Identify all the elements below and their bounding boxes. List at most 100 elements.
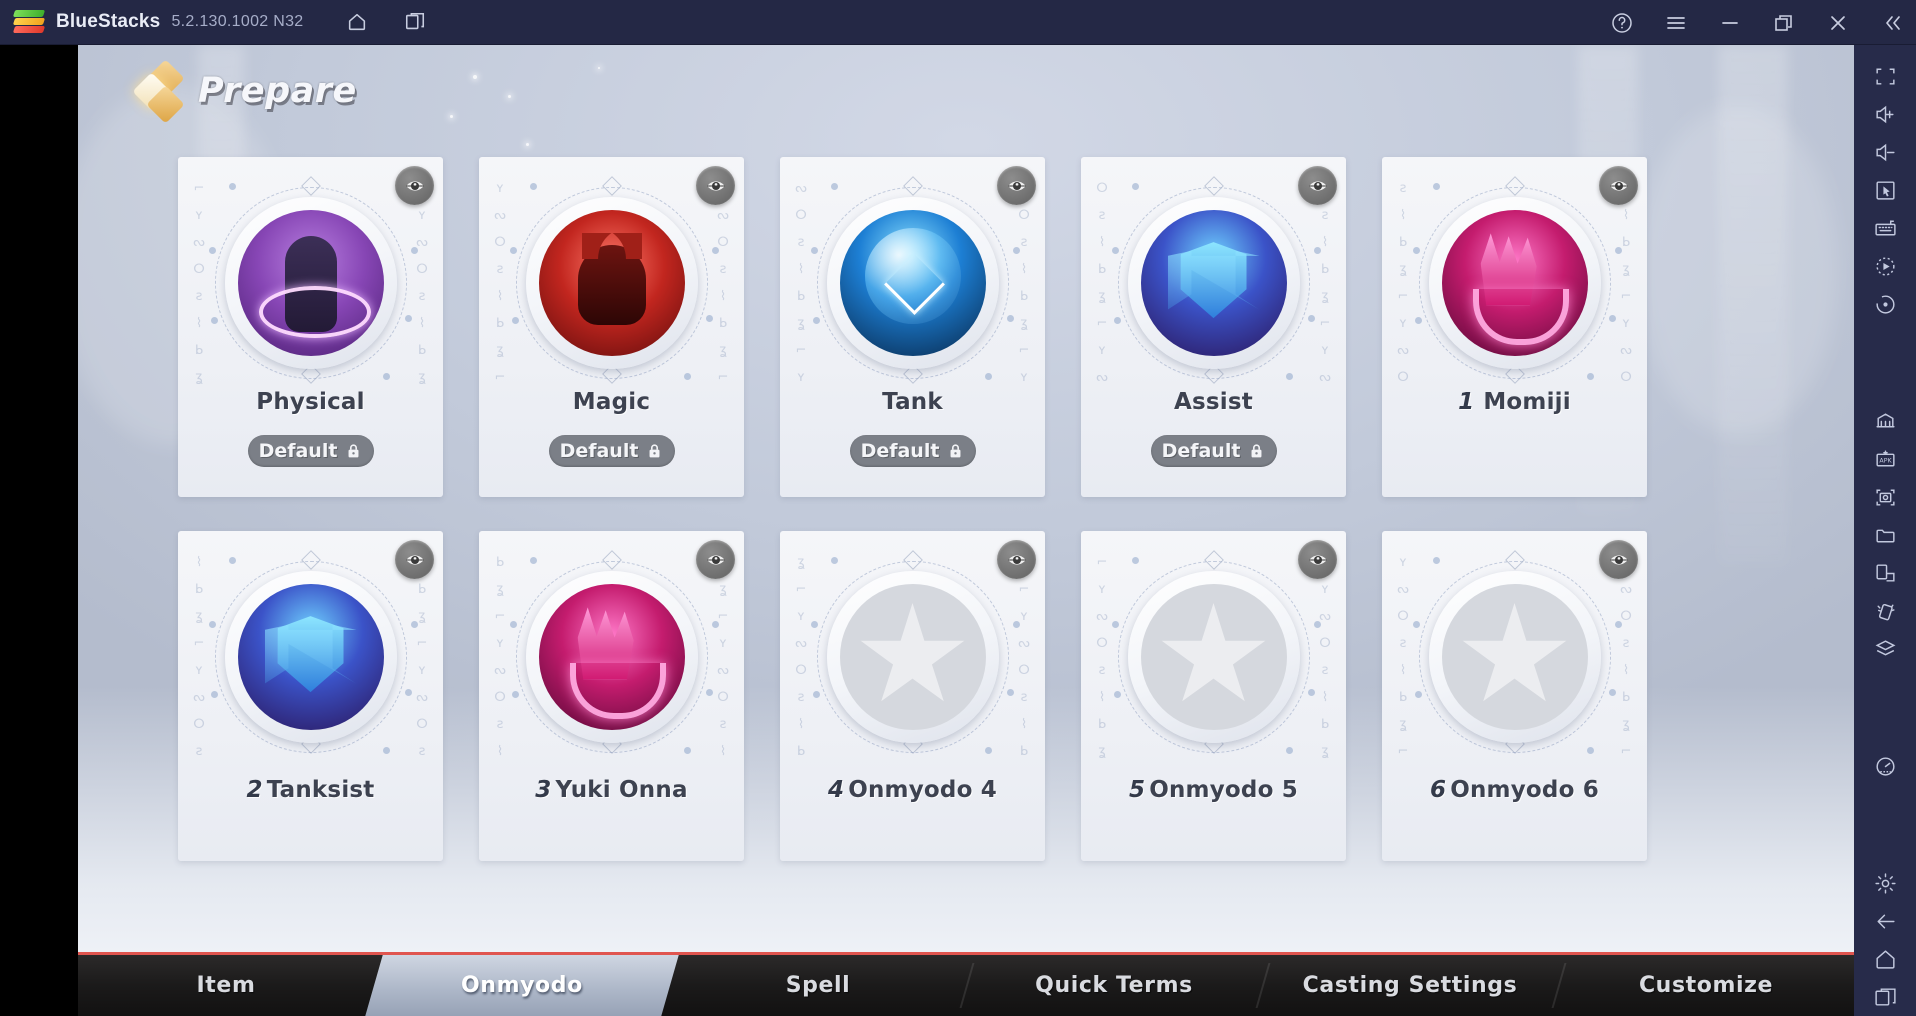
shake-icon[interactable] <box>1863 592 1907 630</box>
onmyodo-card[interactable]: ᔓ ⵔ ꙅ ⌇ ᖯ ʓ ⌐ ʏ ᔓ ⵔ ꙅ ⌇ ᖯ ʓ ⌐ ʏ Tank Defaul… <box>780 157 1045 497</box>
tab-label: Casting Settings <box>1302 973 1518 998</box>
onmyodo-card[interactable]: ꙅ ⌇ ᖯ ʓ ⌐ ʏ ᔓ ⵔ ꙅ ⌇ ᖯ ʓ ⌐ ʏ ᔓ ⵔ 1 Momiji <box>1382 157 1647 497</box>
settings-gear-icon[interactable] <box>1863 864 1907 902</box>
pentagram-placeholder-icon <box>1161 603 1266 702</box>
tab-onmyodo[interactable]: Onmyodo <box>365 955 679 1016</box>
onmyodo-card[interactable]: ⵔ ꙅ ⌇ ᖯ ʓ ⌐ ʏ ᔓ ⵔ ꙅ ⌇ ᖯ ʓ ⌐ ʏ ᔓ Assist Defa… <box>1081 157 1346 497</box>
orbit-dot <box>1131 183 1139 190</box>
sparkle <box>450 115 453 118</box>
onmyodo-card[interactable]: ⌐ ʏ ᔓ ⵔ ꙅ ⌇ ᖯ ʓ ⌐ ʏ ᔓ ⵔ ꙅ ⌇ ᖯ ʓ Physical De… <box>178 157 443 497</box>
orbit-dot <box>683 373 691 380</box>
card-name: Magic <box>572 389 651 415</box>
onmyodo-card[interactable]: ⌐ ʏ ᔓ ⵔ ꙅ ⌇ ᖯ ʓ ⌐ ʏ ᔓ ⵔ ꙅ ⌇ ᖯ ʓ 5Onmyodo 5 <box>1081 531 1346 861</box>
eye-icon[interactable] <box>395 540 434 579</box>
rune-decoration: ᖯ ʓ ⌐ ʏ ᔓ ⵔ ꙅ ⌇ <box>494 555 506 759</box>
eye-icon[interactable] <box>1298 166 1337 205</box>
onmyodo-art <box>538 210 685 356</box>
collapse-sidebar-icon[interactable] <box>1878 9 1906 37</box>
home-icon[interactable] <box>343 8 371 36</box>
card-label: Physical <box>178 389 443 415</box>
card-label: Magic <box>479 389 744 415</box>
eye-icon[interactable] <box>1599 166 1638 205</box>
install-apk-icon[interactable]: APK <box>1863 440 1907 478</box>
android-screen: Prepare ⌐ ʏ ᔓ ⵔ ꙅ ⌇ ᖯ ʓ ⌐ ʏ ᔓ ⵔ ꙅ ⌇ ᖯ ʓ Ph… <box>78 45 1854 1016</box>
orbit-dot <box>208 621 216 628</box>
keyboard-icon[interactable] <box>1863 209 1907 247</box>
card-label: 1 Momiji <box>1382 389 1647 415</box>
orbit-dot <box>1113 317 1121 324</box>
macro-recorder-icon[interactable] <box>1863 247 1907 285</box>
orbit-dot <box>711 247 719 254</box>
close-icon[interactable] <box>1824 9 1852 37</box>
restore-icon[interactable] <box>1770 9 1798 37</box>
eye-icon[interactable] <box>696 166 735 205</box>
bluestacks-sidebar: APK <box>1854 45 1916 1016</box>
onmyodo-art <box>1140 210 1287 356</box>
layers-icon[interactable] <box>1863 630 1907 668</box>
onmyodo-art <box>839 210 986 356</box>
orbit-dot <box>1006 315 1014 322</box>
instance-manager-icon[interactable] <box>401 8 429 36</box>
cursor-icon[interactable] <box>1863 171 1907 209</box>
tab-customize[interactable]: Customize <box>1558 955 1854 1016</box>
badge-label: Default <box>860 440 940 462</box>
orbit-dot <box>1608 689 1616 696</box>
card-index: 2 <box>246 777 263 803</box>
fullscreen-icon[interactable] <box>1863 57 1907 95</box>
orbit-dot <box>1432 183 1440 190</box>
onmyodo-art <box>538 584 685 730</box>
android-home-icon[interactable] <box>1863 940 1907 978</box>
card-name: Physical <box>256 389 365 415</box>
orbit-dot <box>1307 315 1315 322</box>
orbit-dot <box>1111 247 1119 254</box>
eye-icon[interactable] <box>997 540 1036 579</box>
avatar-ring <box>525 197 698 369</box>
eye-icon[interactable] <box>997 166 1036 205</box>
back-arrow-icon[interactable] <box>1863 902 1907 940</box>
empty-slot-art <box>839 584 986 730</box>
orbit-dot <box>810 621 818 628</box>
screenshot-icon[interactable] <box>1863 478 1907 516</box>
onmyodo-card[interactable]: ʓ ⌐ ʏ ᔓ ⵔ ꙅ ⌇ ᖯ ʓ ⌐ ʏ ᔓ ⵔ ꙅ ⌇ ᖯ 4Onmyodo 4 <box>780 531 1045 861</box>
status-badge: Default <box>247 435 374 467</box>
onmyodo-art <box>237 210 384 356</box>
multi-instance-icon[interactable] <box>1863 554 1907 592</box>
media-manager-icon[interactable] <box>1863 516 1907 554</box>
tab-quick-terms[interactable]: Quick Terms <box>966 955 1262 1016</box>
tab-label: Item <box>196 973 256 998</box>
volume-down-icon[interactable] <box>1863 133 1907 171</box>
rotate-icon[interactable] <box>1863 285 1907 323</box>
lock-icon <box>646 442 663 460</box>
rune-decoration: ⌐ ʏ ᔓ ⵔ ꙅ ⌇ ᖯ ʓ <box>193 181 205 385</box>
rune-decoration: ⌇ ᖯ ʓ ⌐ ʏ ᔓ ⵔ ꙅ <box>416 555 428 759</box>
tab-spell[interactable]: Spell <box>670 955 966 1016</box>
minimize-icon[interactable] <box>1716 9 1744 37</box>
lock-icon <box>1248 442 1265 460</box>
app-version: 5.2.130.1002 N32 <box>171 13 304 30</box>
orbit-dot <box>984 373 992 380</box>
sparkle <box>598 67 600 69</box>
rune-decoration: ᖯ ʓ ⌐ ʏ ᔓ ⵔ ꙅ ⌇ <box>717 555 729 759</box>
onmyodo-card[interactable]: ʏ ᔓ ⵔ ꙅ ⌇ ᖯ ʓ ⌐ ʏ ᔓ ⵔ ꙅ ⌇ ᖯ ʓ ⌐ Magic Defau… <box>479 157 744 497</box>
recents-icon[interactable] <box>1863 978 1907 1016</box>
orbit-dot <box>1414 691 1422 698</box>
volume-up-icon[interactable] <box>1863 95 1907 133</box>
onmyodo-card[interactable]: ʏ ᔓ ⵔ ꙅ ⌇ ᖯ ʓ ⌐ ʏ ᔓ ⵔ ꙅ ⌇ ᖯ ʓ ⌐ 6Onmyodo 6 <box>1382 531 1647 861</box>
tab-item[interactable]: Item <box>78 955 374 1016</box>
avatar-ring <box>1428 197 1601 369</box>
game-guide-icon[interactable] <box>1863 402 1907 440</box>
onmyodo-card[interactable]: ᖯ ʓ ⌐ ʏ ᔓ ⵔ ꙅ ⌇ ᖯ ʓ ⌐ ʏ ᔓ ⵔ ꙅ ⌇ 3Yuki Onna <box>479 531 744 861</box>
card-label: 2 Tanksist <box>178 777 443 803</box>
pentagram-placeholder-icon <box>860 603 965 702</box>
onmyodo-card[interactable]: ⌇ ᖯ ʓ ⌐ ʏ ᔓ ⵔ ꙅ ⌇ ᖯ ʓ ⌐ ʏ ᔓ ⵔ ꙅ 2Tanksist <box>178 531 443 861</box>
orbit-dot <box>705 315 713 322</box>
help-icon[interactable] <box>1608 9 1636 37</box>
eye-icon[interactable] <box>1298 540 1337 579</box>
performance-icon[interactable] <box>1863 747 1907 785</box>
tab-casting-settings[interactable]: Casting Settings <box>1262 955 1558 1016</box>
eye-icon[interactable] <box>395 166 434 205</box>
menu-icon[interactable] <box>1662 9 1690 37</box>
orbit-dot <box>1285 373 1293 380</box>
eye-icon[interactable] <box>696 540 735 579</box>
eye-icon[interactable] <box>1599 540 1638 579</box>
